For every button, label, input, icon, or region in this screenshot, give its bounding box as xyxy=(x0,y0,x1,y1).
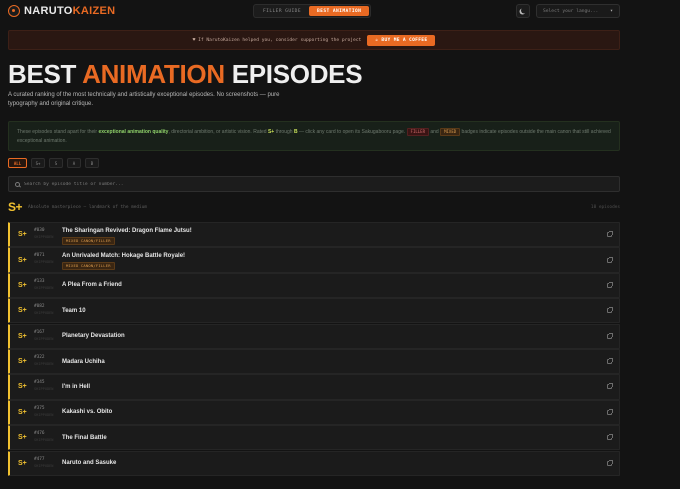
external-link-icon[interactable] xyxy=(607,281,613,288)
tier-description: Absolute masterpiece — landmark of the m… xyxy=(28,204,147,210)
theme-toggle-button[interactable] xyxy=(516,4,530,18)
external-link-icon[interactable] xyxy=(607,434,613,441)
episode-tier: S+ xyxy=(18,307,27,315)
episode-card[interactable]: S+ #071 SHIPPUDEN An Unrivaled Match: Ho… xyxy=(8,247,620,273)
episode-title: I'm in Hell xyxy=(62,383,91,390)
episode-number: #345 xyxy=(34,380,45,386)
episode-series: SHIPPUDEN xyxy=(34,260,54,265)
episode-title: Team 10 xyxy=(62,307,86,314)
episode-tier: S+ xyxy=(18,231,27,239)
filter-a[interactable]: A xyxy=(67,158,81,168)
episode-card[interactable]: S+ #030 SHIPPUDEN The Sharingan Revived:… xyxy=(8,222,620,248)
episode-card[interactable]: S+ #375 SHIPPUDEN Kakashi vs. Obito xyxy=(8,399,620,426)
episode-tier: S+ xyxy=(18,332,27,340)
episode-series: SHIPPUDEN xyxy=(34,235,54,239)
episode-title: The Final Battle xyxy=(62,434,107,441)
search-icon xyxy=(15,181,20,187)
logo-icon xyxy=(8,5,20,17)
nav-filler-guide[interactable]: FILLER GUIDE xyxy=(255,6,309,16)
episode-tier: S+ xyxy=(18,434,27,442)
episode-title: Naruto and Sasuke xyxy=(62,460,117,467)
mixed-canon-filler-badge: MIXED CANON/FILLER xyxy=(62,237,115,245)
external-link-icon[interactable] xyxy=(607,408,613,415)
episode-number: #082 xyxy=(34,304,45,310)
episode-title: The Sharingan Revived: Dragon Flame Juts… xyxy=(62,228,192,234)
episode-card[interactable]: S+ #477 SHIPPUDEN Naruto and Sasuke xyxy=(8,450,620,476)
external-link-icon[interactable] xyxy=(607,256,613,263)
tier-filters: ALL S+ S A B xyxy=(8,158,99,168)
episode-number: #071 xyxy=(34,253,45,259)
support-text: ♥ If NarutoKaizen helped you, consider s… xyxy=(192,37,362,43)
tier-header: S+ Absolute masterpiece — landmark of th… xyxy=(8,199,620,215)
episode-tier: S+ xyxy=(18,281,27,289)
language-select-placeholder: Select your langu... xyxy=(543,8,599,14)
page-title: BEST ANIMATION EPISODES xyxy=(8,59,363,89)
search-input[interactable] xyxy=(24,181,604,187)
search-bar xyxy=(8,176,620,192)
episode-number: #477 xyxy=(34,456,45,462)
filler-badge: FILLER xyxy=(406,128,429,136)
mixed-badge: MIXED xyxy=(440,128,461,136)
episode-series: SHIPPUDEN xyxy=(34,361,54,366)
episode-series: SHIPPUDEN xyxy=(34,387,54,392)
external-link-icon[interactable] xyxy=(607,383,613,390)
episode-number: #133 xyxy=(34,278,45,284)
chevron-down-icon: ▾ xyxy=(609,8,613,14)
episode-series: SHIPPUDEN xyxy=(34,412,54,417)
top-bar: NARUTOKAIZEN FILLER GUIDE BEST ANIMATION… xyxy=(0,0,680,22)
external-link-icon[interactable] xyxy=(607,358,613,365)
episode-series: SHIPPUDEN xyxy=(34,336,54,341)
episode-card[interactable]: S+ #082 SHIPPUDEN Team 10 xyxy=(8,298,620,324)
tier-count: 10 episodes xyxy=(590,204,620,210)
filter-s-plus[interactable]: S+ xyxy=(31,158,45,168)
episode-title: A Plea From a Friend xyxy=(62,282,122,289)
episode-title: Planetary Devastation xyxy=(62,333,125,340)
external-link-icon[interactable] xyxy=(607,332,613,339)
episode-number: #322 xyxy=(34,354,45,360)
episode-tier: S+ xyxy=(18,358,27,366)
logo-text: NARUTOKAIZEN xyxy=(24,5,116,17)
episode-number: #375 xyxy=(34,405,45,411)
filter-all[interactable]: ALL xyxy=(8,158,27,168)
moon-icon xyxy=(521,8,527,14)
episode-series: SHIPPUDEN xyxy=(34,463,54,468)
filter-s[interactable]: S xyxy=(49,158,63,168)
episode-series: SHIPPUDEN xyxy=(34,285,54,290)
mixed-canon-filler-badge: MIXED CANON/FILLER xyxy=(62,262,115,271)
episode-series: SHIPPUDEN xyxy=(34,311,54,316)
external-link-icon[interactable] xyxy=(607,307,613,314)
language-select[interactable]: Select your langu... ▾ xyxy=(536,4,620,18)
page-subtitle: A curated ranking of the most technicall… xyxy=(8,92,280,107)
episode-card[interactable]: S+ #133 SHIPPUDEN A Plea From a Friend xyxy=(8,272,620,299)
episode-tier: S+ xyxy=(18,408,27,416)
episode-number: #167 xyxy=(34,329,45,335)
filter-b[interactable]: B xyxy=(85,158,99,168)
episode-list: S+ #030 SHIPPUDEN The Sharingan Revived:… xyxy=(8,222,620,476)
episode-number: #476 xyxy=(34,431,45,437)
episode-card[interactable]: S+ #167 SHIPPUDEN Planetary Devastation xyxy=(8,323,620,349)
episode-title: Madara Uchiha xyxy=(62,358,105,365)
buy-me-a-coffee-button[interactable]: ☕ BUY ME A COFFEE xyxy=(367,34,436,46)
main-nav: FILLER GUIDE BEST ANIMATION xyxy=(253,4,372,18)
episode-series: SHIPPUDEN xyxy=(34,438,54,443)
external-link-icon[interactable] xyxy=(607,459,613,466)
site-logo[interactable]: NARUTOKAIZEN xyxy=(8,5,115,17)
episode-tier: S+ xyxy=(18,459,27,467)
external-link-icon[interactable] xyxy=(607,231,613,238)
episode-card[interactable]: S+ #476 SHIPPUDEN The Final Battle xyxy=(8,425,620,451)
episode-card[interactable]: S+ #322 SHIPPUDEN Madara Uchiha xyxy=(8,348,620,375)
episode-title: Kakashi vs. Obito xyxy=(62,409,113,416)
info-panel: These episodes stand apart for their exc… xyxy=(8,121,620,151)
nav-best-animation[interactable]: BEST ANIMATION xyxy=(309,6,370,16)
episode-tier: S+ xyxy=(18,256,27,264)
episode-number: #030 xyxy=(34,228,45,233)
episode-tier: S+ xyxy=(18,383,27,391)
support-banner: ♥ If NarutoKaizen helped you, consider s… xyxy=(8,30,620,50)
tier-mark: S+ xyxy=(8,200,23,214)
episode-card[interactable]: S+ #345 SHIPPUDEN I'm in Hell xyxy=(8,374,620,400)
episode-title: An Unrivaled Match: Hokage Battle Royale… xyxy=(62,253,186,260)
